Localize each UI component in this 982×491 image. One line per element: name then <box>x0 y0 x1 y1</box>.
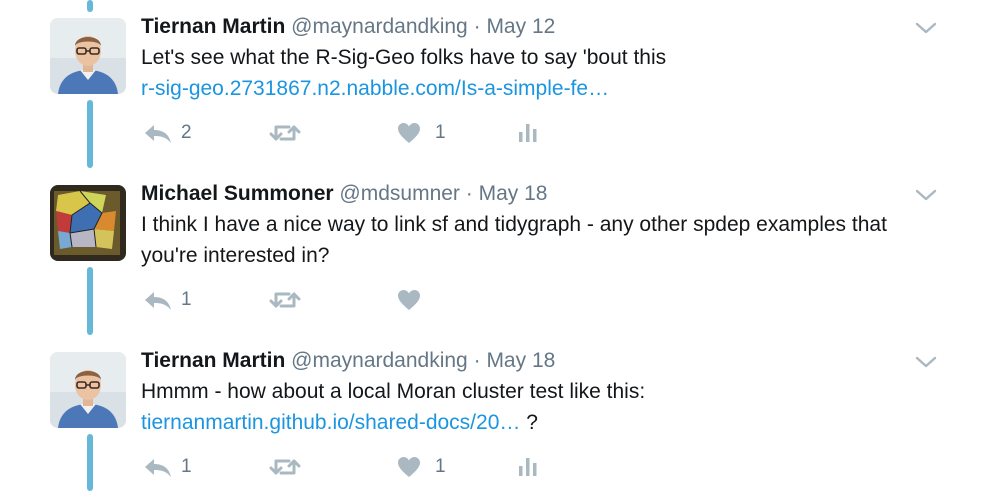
tweet-date[interactable]: May 18 <box>479 182 548 205</box>
chevron-down-icon[interactable] <box>914 187 938 203</box>
tweet-header: Tiernan Martin @maynardandking · May 12 <box>141 12 555 42</box>
heart-icon <box>398 123 420 143</box>
separator-dot: · <box>473 15 481 38</box>
like-count: 1 <box>435 456 446 477</box>
avatar[interactable] <box>50 352 126 428</box>
reply-button[interactable]: 2 <box>143 118 192 148</box>
reply-count: 1 <box>181 456 192 477</box>
thread-line <box>87 434 93 491</box>
avatar[interactable] <box>50 18 126 94</box>
analytics-icon <box>519 124 537 142</box>
retweet-icon <box>269 459 301 475</box>
heart-icon <box>398 290 420 310</box>
retweet-icon <box>269 125 301 141</box>
tweet-date[interactable]: May 12 <box>486 15 555 38</box>
reply-icon <box>145 125 171 143</box>
display-name[interactable]: Tiernan Martin <box>141 15 285 38</box>
man-with-glasses-avatar <box>50 352 126 428</box>
like-button[interactable]: 1 <box>397 452 446 482</box>
tweet-text: you're interested in? <box>141 244 330 267</box>
link-suffix-text: ? <box>520 411 538 434</box>
tweet-date[interactable]: May 18 <box>486 349 555 372</box>
avatar[interactable] <box>50 185 126 261</box>
colorful-map-avatar <box>50 185 126 261</box>
tweet-text: I think I have a nice way to link sf and… <box>141 213 887 236</box>
thread-line <box>87 100 93 168</box>
reply-button[interactable]: 1 <box>143 452 192 482</box>
user-handle[interactable]: @maynardandking <box>291 349 468 372</box>
tweet-header: Tiernan Martin @maynardandking · May 18 <box>141 346 555 376</box>
user-handle[interactable]: @mdsumner <box>339 182 460 205</box>
like-button[interactable] <box>397 285 435 315</box>
tweet-actions: 1 <box>141 285 561 315</box>
tweet-actions: 1 1 <box>141 452 561 482</box>
retweet-button[interactable] <box>269 118 309 148</box>
like-count: 1 <box>435 122 446 143</box>
tweet-link[interactable]: tiernanmartin.github.io/shared-docs/20… <box>141 411 520 434</box>
separator-dot: · <box>473 349 481 372</box>
reply-count: 1 <box>181 289 192 310</box>
analytics-button[interactable] <box>517 118 539 148</box>
man-with-glasses-avatar <box>50 18 126 94</box>
analytics-icon <box>519 458 537 476</box>
reply-icon <box>145 292 171 310</box>
tweet-link[interactable]: r-sig-geo.2731867.n2.nabble.com/Is-a-sim… <box>141 77 609 100</box>
retweet-icon <box>269 292 301 308</box>
reply-button[interactable]: 1 <box>143 285 192 315</box>
like-button[interactable]: 1 <box>397 118 446 148</box>
reply-count: 2 <box>181 122 192 143</box>
heart-icon <box>398 457 420 477</box>
tweet-actions: 2 1 <box>141 118 561 148</box>
display-name[interactable]: Tiernan Martin <box>141 349 285 372</box>
retweet-button[interactable] <box>269 285 309 315</box>
analytics-button[interactable] <box>517 452 539 482</box>
tweet-header: Michael Summoner @mdsumner · May 18 <box>141 179 547 209</box>
user-handle[interactable]: @maynardandking <box>291 15 468 38</box>
thread-line <box>87 0 93 12</box>
reply-icon <box>145 459 171 477</box>
retweet-button[interactable] <box>269 452 309 482</box>
display-name[interactable]: Michael Summoner <box>141 182 334 205</box>
chevron-down-icon[interactable] <box>914 354 938 370</box>
thread-line <box>87 267 93 335</box>
chevron-down-icon[interactable] <box>914 20 938 36</box>
separator-dot: · <box>465 182 473 205</box>
tweet-text: Hmmm - how about a local Moran cluster t… <box>141 380 646 403</box>
tweet-text: Let's see what the R-Sig-Geo folks have … <box>141 46 667 69</box>
